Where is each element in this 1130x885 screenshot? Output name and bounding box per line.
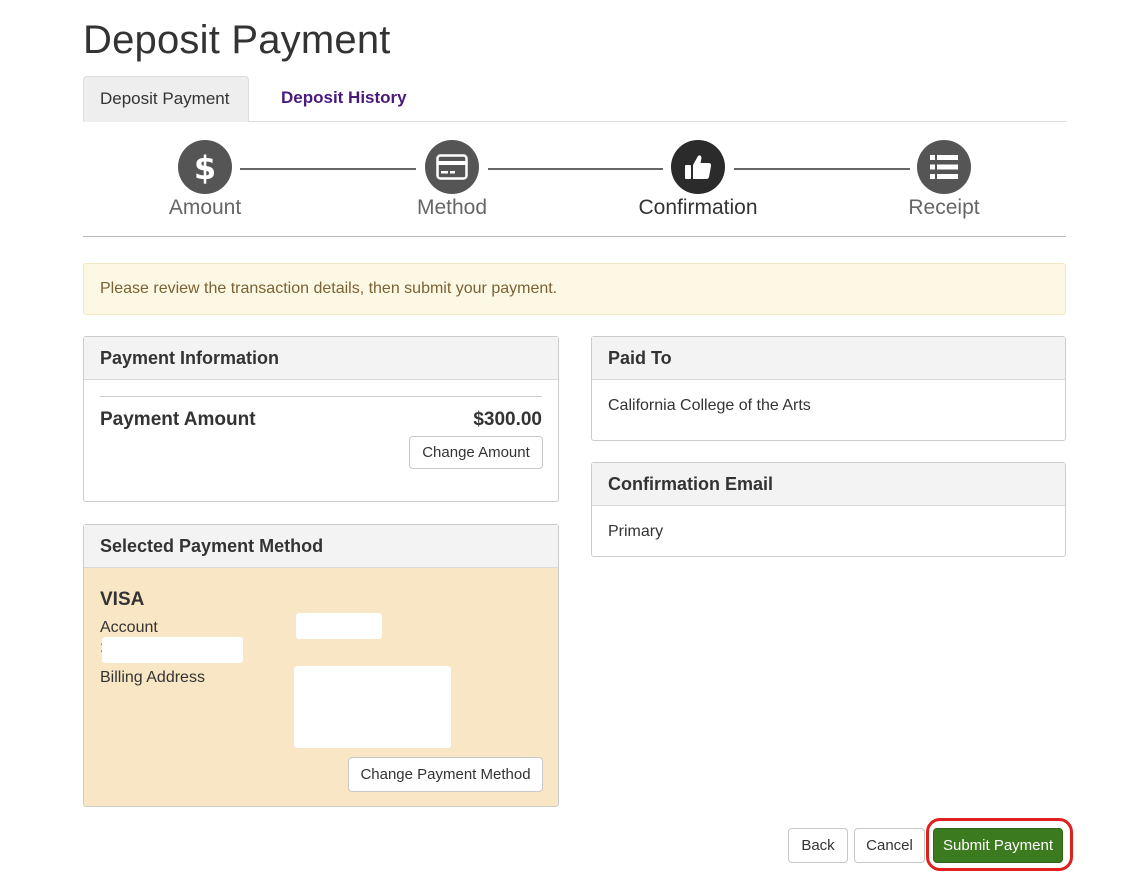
step-method: Method [372,140,532,220]
submit-payment-button[interactable]: Submit Payment [933,828,1063,863]
redacted-account-value [296,613,382,639]
tab-deposit-payment[interactable]: Deposit Payment [83,76,249,122]
confirmation-email-value: Primary [608,523,664,540]
thumbs-up-icon [671,140,725,194]
payment-amount-label: Payment Amount [100,409,256,430]
selected-payment-method-panel: Selected Payment Method VISA Account : B… [83,524,559,807]
panel-title: Payment Information [84,337,558,380]
account-label: Account [100,619,158,636]
step-label: Method [416,196,488,219]
change-amount-button[interactable]: Change Amount [409,436,543,469]
confirmation-email-panel: Confirmation Email Primary [591,462,1066,557]
step-receipt: Receipt [864,140,1024,220]
credit-card-icon [425,140,479,194]
card-type: VISA [100,589,145,610]
dollar-icon: $ [178,140,232,194]
panel-title: Confirmation Email [592,463,1065,506]
tab-bar: Deposit Payment Deposit History [83,76,1066,122]
step-amount: $ Amount [125,140,285,220]
change-payment-method-button[interactable]: Change Payment Method [348,757,543,792]
step-label: Amount [168,196,242,219]
step-confirmation: Confirmation [618,140,778,220]
payment-amount-value: $300.00 [473,409,542,430]
divider [100,396,542,397]
list-icon [917,140,971,194]
step-label: Confirmation [638,196,758,219]
svg-text:$: $ [194,149,216,185]
progress-stepper: $ Amount Method Confirmation Receipt [83,122,1066,237]
paid-to-value: California College of the Arts [608,397,811,414]
redacted-account-number [102,637,243,663]
paid-to-panel: Paid To California College of the Arts [591,336,1066,441]
page-title: Deposit Payment [83,18,391,62]
panel-title: Paid To [592,337,1065,380]
payment-information-panel: Payment Information Payment Amount $300.… [83,336,559,502]
review-alert: Please review the transaction details, t… [83,263,1066,315]
back-button[interactable]: Back [788,828,848,863]
redacted-billing-address [294,666,451,748]
cancel-button[interactable]: Cancel [854,828,925,863]
tab-deposit-history[interactable]: Deposit History [265,76,423,122]
step-label: Receipt [908,196,980,219]
billing-address-label: Billing Address [100,669,205,686]
panel-title: Selected Payment Method [84,525,558,568]
